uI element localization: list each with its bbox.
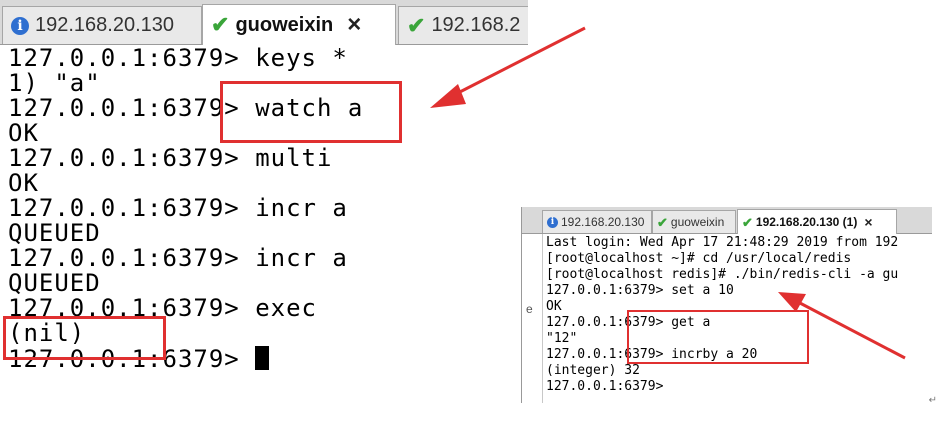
return-mark: ↵ [928, 395, 937, 406]
annotation-arrows [430, 26, 906, 360]
arrow-to-watch [430, 26, 586, 108]
arrow-to-set [778, 292, 906, 360]
